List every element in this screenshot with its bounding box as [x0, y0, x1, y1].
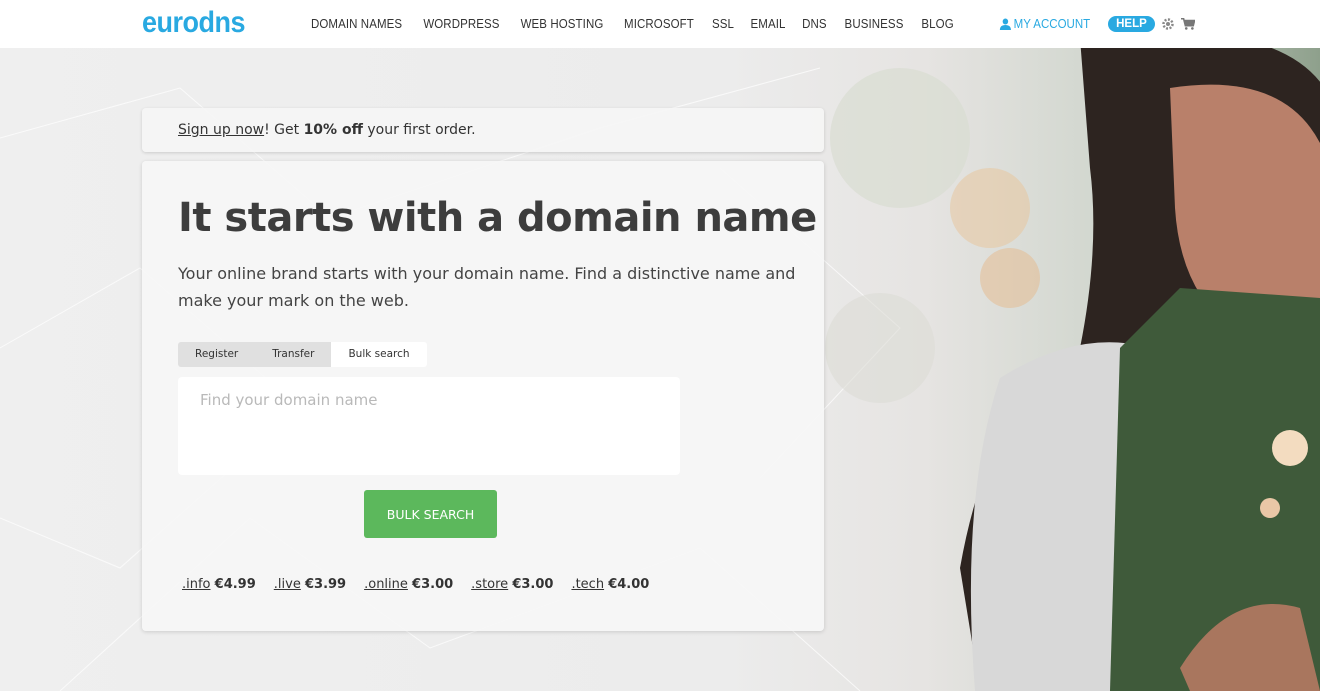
nav-web-hosting[interactable]: WEB HOSTING — [521, 17, 604, 31]
gear-icon[interactable] — [1161, 17, 1175, 31]
hero-title: It starts with a domain name — [178, 195, 817, 241]
main-nav: DOMAIN NAMES WORDPRESS WEB HOSTING MICRO… — [300, 0, 962, 48]
tld-link-info[interactable]: .info — [182, 577, 211, 592]
tld-price-online: €3.00 — [412, 577, 454, 592]
tab-transfer[interactable]: Transfer — [255, 342, 332, 367]
cart-icon[interactable] — [1180, 17, 1195, 31]
tld-price-info: €4.99 — [214, 577, 256, 592]
help-button[interactable]: HELP — [1108, 16, 1155, 32]
nav-email[interactable]: EMAIL — [750, 17, 785, 31]
tld-link-tech[interactable]: .tech — [571, 577, 604, 592]
domain-search-input[interactable] — [178, 377, 680, 475]
tld-link-store[interactable]: .store — [471, 577, 508, 592]
promo-tail: your first order. — [362, 122, 476, 138]
promo-text: Sign up now! Get 10% off your first orde… — [178, 108, 476, 152]
nav-ssl[interactable]: SSL — [712, 17, 734, 31]
promo-banner: Sign up now! Get 10% off your first orde… — [142, 108, 824, 152]
eurodns-logo[interactable]: eurodns — [142, 5, 246, 39]
nav-dns[interactable]: DNS — [802, 17, 827, 31]
nav-microsoft[interactable]: MICROSOFT — [624, 17, 694, 31]
hero-subtitle: Your online brand starts with your domai… — [178, 264, 796, 310]
price-item-tech: .tech €4.00 — [571, 577, 649, 592]
tld-price-store: €3.00 — [512, 577, 554, 592]
user-icon — [999, 18, 1011, 30]
tab-bulk-search[interactable]: Bulk search — [331, 342, 427, 367]
sign-up-link[interactable]: Sign up now — [178, 122, 264, 138]
top-navigation-bar: eurodns DOMAIN NAMES WORDPRESS WEB HOSTI… — [0, 0, 1320, 48]
nav-wordpress[interactable]: WORDPRESS — [423, 17, 499, 31]
price-item-store: .store €3.00 — [471, 577, 553, 592]
nav-business[interactable]: BUSINESS — [844, 17, 903, 31]
tab-register[interactable]: Register — [178, 342, 256, 367]
my-account-label: MY ACCOUNT — [1013, 17, 1091, 31]
tld-link-online[interactable]: .online — [364, 577, 408, 592]
search-tabs: Register Transfer Bulk search — [178, 342, 427, 367]
bulk-search-button[interactable]: BULK SEARCH — [364, 490, 497, 538]
price-item-online: .online €3.00 — [364, 577, 453, 592]
tld-price-live: €3.99 — [304, 577, 347, 592]
tld-price-tech: €4.00 — [608, 577, 650, 592]
price-item-live: .live €3.99 — [274, 577, 346, 592]
tld-price-list: .info €4.99 .live €3.99 .online €3.00 .s… — [182, 577, 649, 592]
nav-domain-names[interactable]: DOMAIN NAMES — [311, 17, 402, 31]
nav-blog[interactable]: BLOG — [921, 17, 953, 31]
promo-discount: 10% off — [303, 122, 363, 138]
tld-link-live[interactable]: .live — [274, 577, 301, 592]
price-item-info: .info €4.99 — [182, 577, 256, 592]
domain-search-card: It starts with a domain name Your online… — [142, 161, 824, 631]
promo-middle: ! Get — [264, 122, 304, 138]
my-account-link[interactable]: MY ACCOUNT — [999, 17, 1090, 31]
header-tools: MY ACCOUNT HELP — [995, 0, 1195, 48]
